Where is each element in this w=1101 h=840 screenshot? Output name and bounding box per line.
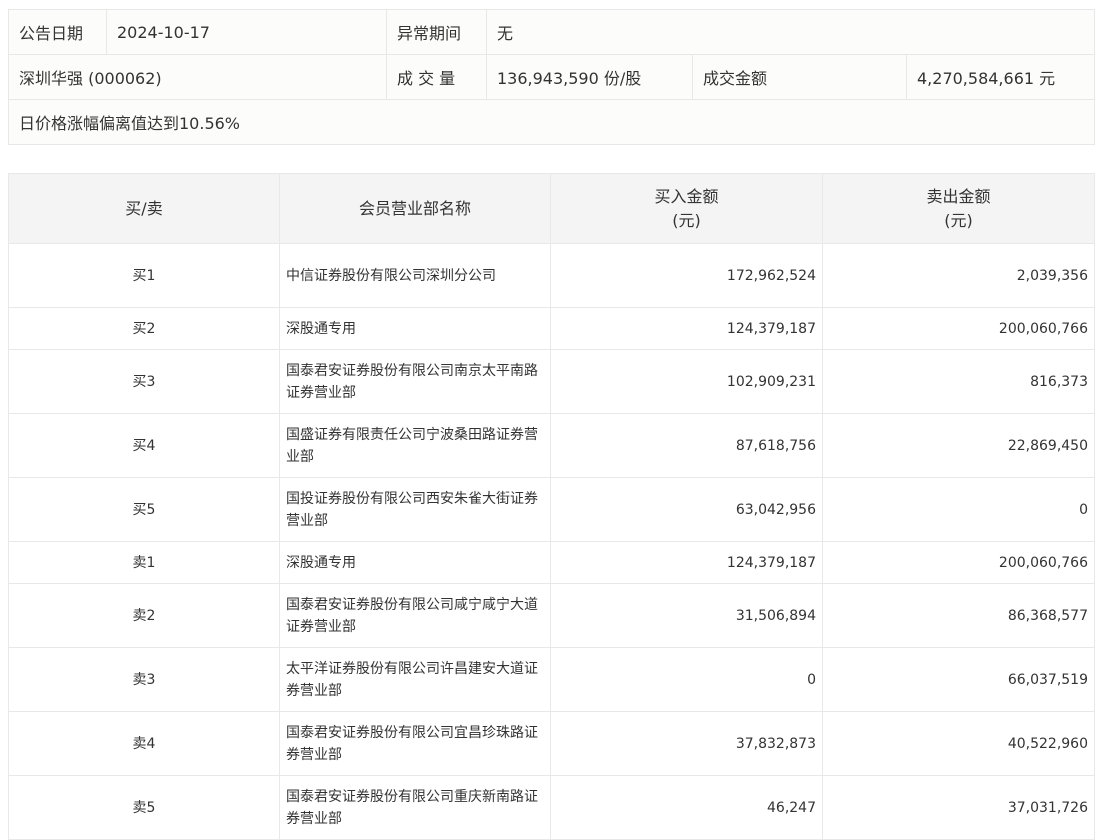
buy-amount-cell: 37,832,873 (550, 711, 823, 776)
sell-amount-cell: 200,060,766 (822, 541, 1095, 584)
sell-amount-cell: 200,060,766 (822, 307, 1095, 350)
side-cell: 买3 (8, 349, 280, 414)
sell-amount-cell: 86,368,577 (822, 583, 1095, 648)
side-cell: 买4 (8, 413, 280, 478)
table-row: 买2 深股通专用 124,379,187 200,060,766 (8, 307, 1095, 350)
branch-name-cell: 国泰君安证券股份有限公司重庆新南路证券营业部 (279, 775, 551, 840)
side-cell: 卖3 (8, 647, 280, 712)
announcement-info-table: 公告日期 2024-10-17 异常期间 无 深圳华强 (000062) 成 交… (7, 9, 1096, 145)
buy-amount-cell: 0 (550, 647, 823, 712)
table-row: 买5 国投证券股份有限公司西安朱雀大街证券营业部 63,042,956 0 (8, 477, 1095, 542)
sell-amount-cell: 22,869,450 (822, 413, 1095, 478)
side-cell: 卖4 (8, 711, 280, 776)
header-name: 会员营业部名称 (279, 173, 551, 244)
header-buy-label: 买入金额 (654, 186, 719, 206)
sell-amount-cell: 816,373 (822, 349, 1095, 414)
buy-amount-cell: 31,506,894 (550, 583, 823, 648)
branch-name-cell: 太平洋证券股份有限公司许昌建安大道证券营业部 (279, 647, 551, 712)
buy-amount-cell: 102,909,231 (550, 349, 823, 414)
sell-amount-cell: 0 (822, 477, 1095, 542)
header-side: 买/卖 (8, 173, 280, 244)
amount-label: 成交金额 (692, 54, 907, 100)
sell-amount-cell: 37,031,726 (822, 775, 1095, 840)
header-sell-label: 卖出金额 (926, 186, 991, 206)
date-value: 2024-10-17 (106, 9, 387, 55)
buy-amount-cell: 46,247 (550, 775, 823, 840)
branch-name-cell: 国盛证券有限责任公司宁波桑田路证券营业部 (279, 413, 551, 478)
table-row: 卖5 国泰君安证券股份有限公司重庆新南路证券营业部 46,247 37,031,726 (8, 775, 1095, 840)
branch-name-cell: 国泰君安证券股份有限公司宜昌珍珠路证券营业部 (279, 711, 551, 776)
sell-amount-cell: 66,037,519 (822, 647, 1095, 712)
branch-name-cell: 国投证券股份有限公司西安朱雀大街证券营业部 (279, 477, 551, 542)
table-row: 买3 国泰君安证券股份有限公司南京太平南路证券营业部 102,909,231 816,… (8, 349, 1095, 414)
table-row: 卖1 深股通专用 124,379,187 200,060,766 (8, 541, 1095, 584)
branch-name-cell: 国泰君安证券股份有限公司咸宁咸宁大道证券营业部 (279, 583, 551, 648)
header-buy-unit: (元) (672, 210, 701, 230)
volume-label: 成 交 量 (386, 54, 487, 100)
buy-amount-cell: 124,379,187 (550, 541, 823, 584)
header-buy: 买入金额 (元) (550, 173, 823, 244)
branch-name-cell: 中信证券股份有限公司深圳分公司 (279, 243, 551, 308)
sell-amount-cell: 2,039,356 (822, 243, 1095, 308)
branch-name-cell: 深股通专用 (279, 541, 551, 584)
amount-value: 4,270,584,661 元 (905, 54, 1096, 100)
side-cell: 卖1 (8, 541, 280, 584)
buy-amount-cell: 172,962,524 (550, 243, 823, 308)
table-row: 买4 国盛证券有限责任公司宁波桑田路证券营业部 87,618,756 22,869,4… (8, 413, 1095, 478)
reason-text: 日价格涨幅偏离值达到10.56% (7, 99, 1096, 145)
period-label: 异常期间 (386, 9, 487, 55)
period-value: 无 (485, 9, 1096, 55)
side-cell: 卖5 (8, 775, 280, 840)
side-cell: 买1 (8, 243, 280, 308)
buy-amount-cell: 124,379,187 (550, 307, 823, 350)
buy-amount-cell: 87,618,756 (550, 413, 823, 478)
table-row: 卖3 太平洋证券股份有限公司许昌建安大道证券营业部 0 66,037,519 (8, 647, 1095, 712)
stock-name: 深圳华强 (000062) (8, 54, 387, 100)
table-row: 买1 中信证券股份有限公司深圳分公司 172,962,524 2,039,356 (8, 243, 1095, 308)
branch-name-cell: 国泰君安证券股份有限公司南京太平南路证券营业部 (279, 349, 551, 414)
header-sell: 卖出金额 (元) (822, 173, 1095, 244)
volume-value: 136,943,590 份/股 (486, 54, 693, 100)
side-cell: 买5 (8, 477, 280, 542)
buy-amount-cell: 63,042,956 (550, 477, 823, 542)
side-cell: 卖2 (8, 583, 280, 648)
date-label: 公告日期 (8, 9, 107, 55)
trading-seats-table: 买/卖 会员营业部名称 买入金额 (元) 卖出金额 (元) 买1 中信证券股份有限公司… (8, 173, 1095, 840)
table-row: 卖2 国泰君安证券股份有限公司咸宁咸宁大道证券营业部 31,506,894 86,36… (8, 583, 1095, 648)
side-cell: 买2 (8, 307, 280, 350)
table-row: 卖4 国泰君安证券股份有限公司宜昌珍珠路证券营业部 37,832,873 40,522… (8, 711, 1095, 776)
sell-amount-cell: 40,522,960 (822, 711, 1095, 776)
branch-name-cell: 深股通专用 (279, 307, 551, 350)
header-sell-unit: (元) (944, 210, 973, 230)
